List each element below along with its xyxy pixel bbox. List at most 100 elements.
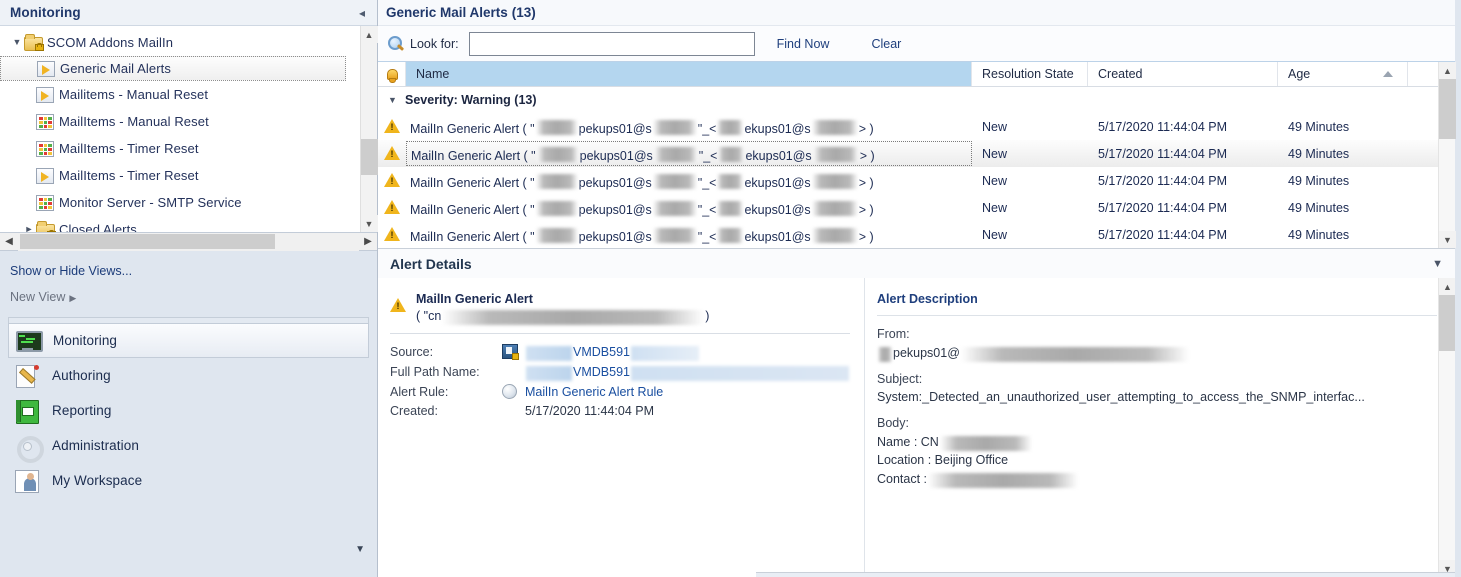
chevron-left-icon[interactable]: ◂: [355, 7, 369, 19]
redacted-text: [928, 473, 1079, 488]
tree-vertical-scrollbar[interactable]: ▲ ▼: [360, 26, 378, 232]
views-tree: ▼ SCOM Addons MailIn Generic Mail Alerts…: [0, 26, 360, 232]
scroll-left-icon[interactable]: ◀: [0, 233, 18, 251]
redacted-text: [526, 346, 572, 361]
alert-resolution-state: New: [982, 119, 1008, 134]
redacted-text: [536, 146, 579, 162]
scroll-up-icon[interactable]: ▲: [1439, 62, 1456, 79]
scroll-right-icon[interactable]: ▶: [359, 233, 377, 251]
group-header-severity-warning[interactable]: ▼ Severity: Warning (13): [378, 87, 1438, 113]
scroll-up-icon[interactable]: ▲: [1439, 278, 1455, 295]
alert-details-vertical-scrollbar[interactable]: ▲ ▼: [1438, 278, 1455, 577]
alert-name-mid2: "_<: [697, 175, 717, 190]
alert-resolution-state: New: [982, 227, 1008, 242]
scroll-track[interactable]: [360, 43, 378, 215]
column-header-spare[interactable]: [1408, 62, 1438, 86]
tree-item-mailitems-timer-reset-alert[interactable]: MailItems - Timer Reset: [0, 162, 360, 189]
twisty-expanded-icon[interactable]: ▼: [10, 38, 24, 47]
alert-created: 5/17/2020 11:44:04 PM: [1098, 173, 1228, 188]
table-row[interactable]: MailIn Generic Alert ( " pekups01@s "_< eku…: [378, 221, 1438, 248]
page-title: Monitoring: [10, 5, 81, 20]
show-or-hide-views-link[interactable]: Show or Hide Views...: [10, 261, 377, 287]
scroll-thumb[interactable]: [1439, 295, 1455, 351]
nav-item-label: Authoring: [52, 368, 111, 383]
tree-item-scom-addons-mailin[interactable]: ▼ SCOM Addons MailIn: [0, 29, 360, 56]
tree-item-mailitems-manual-reset-alert[interactable]: Mailitems - Manual Reset: [0, 81, 360, 108]
new-view-menu[interactable]: New View ▶: [10, 287, 377, 313]
body-contact-label: Contact :: [877, 471, 928, 486]
scroll-track[interactable]: [1439, 79, 1456, 231]
redacted-text: [811, 200, 858, 216]
alert-name: MailIn Generic Alert ( " pekups01@s "_< eku…: [410, 118, 874, 136]
scroll-down-icon[interactable]: ▼: [360, 215, 378, 232]
column-header-age-label: Age: [1288, 67, 1311, 81]
nav-item-reporting[interactable]: Reporting: [8, 393, 369, 428]
alerts-list-vertical-scrollbar[interactable]: ▲ ▼: [1438, 62, 1456, 248]
chevron-down-icon[interactable]: ▼: [355, 544, 365, 555]
find-now-button[interactable]: Find Now: [777, 37, 830, 51]
nav-item-label: Monitoring: [53, 333, 118, 348]
property-label-alert-rule: Alert Rule:: [390, 384, 449, 399]
alert-age: 49 Minutes: [1288, 227, 1350, 242]
redacted-text: [811, 119, 858, 135]
alert-details-header: Alert Details ▼: [378, 248, 1455, 278]
search-icon: [386, 35, 406, 53]
nav-item-my-workspace[interactable]: My Workspace: [8, 463, 369, 498]
column-header-name[interactable]: Name: [406, 62, 972, 86]
tree-item-mailitems-manual-reset-state[interactable]: MailItems - Manual Reset: [0, 108, 360, 135]
scroll-thumb[interactable]: [360, 139, 378, 175]
scroll-up-icon[interactable]: ▲: [360, 26, 378, 43]
nav-item-administration[interactable]: Administration: [8, 428, 369, 463]
twisty-expanded-icon[interactable]: ▼: [388, 95, 402, 105]
clear-button[interactable]: Clear: [871, 37, 901, 51]
description-from-value: pekups01@: [877, 345, 1455, 362]
redacted-text: [811, 227, 858, 243]
alerts-list-area: Name Resolution State Created Age ▼ Seve…: [378, 62, 1456, 248]
tree-item-label: MailItems - Manual Reset: [59, 114, 209, 129]
body-name-label: Name : CN: [877, 434, 939, 449]
tree-item-label: Generic Mail Alerts: [60, 61, 171, 76]
full-path-host: VMDB591: [573, 364, 630, 379]
nav-item-authoring[interactable]: Authoring: [8, 358, 369, 393]
window-bottom-strip: [756, 572, 1455, 577]
property-label-full-path-name: Full Path Name:: [390, 364, 480, 379]
table-row[interactable]: MailIn Generic Alert ( " pekups01@s "_< eku…: [378, 167, 1438, 194]
scroll-track[interactable]: [1439, 295, 1455, 560]
view-header: Generic Mail Alerts (13): [378, 0, 1455, 26]
tree-item-closed-alerts[interactable]: ► Closed Alerts: [0, 216, 360, 232]
scom-console-window: Monitoring ◂ ▼ SCOM Addons MailIn Generi…: [0, 0, 1461, 577]
table-row[interactable]: MailIn Generic Alert ( " pekups01@s "_< eku…: [378, 194, 1438, 221]
scroll-thumb-horizontal[interactable]: [20, 233, 275, 249]
description-subject-value: System:_Detected_an_unauthorized_user_at…: [877, 390, 1365, 404]
alert-name-mid1: pekups01@s: [578, 175, 652, 190]
search-input[interactable]: [468, 31, 755, 56]
redacted-text: [442, 310, 705, 325]
scroll-down-icon[interactable]: ▼: [1439, 231, 1456, 248]
column-header-created[interactable]: Created: [1088, 62, 1278, 86]
redacted-text: [535, 173, 578, 189]
redacted-text: [717, 227, 744, 243]
scroll-track-horizontal[interactable]: [18, 232, 359, 251]
tree-item-mailitems-timer-reset-state[interactable]: MailItems - Timer Reset: [0, 135, 360, 162]
table-row[interactable]: MailIn Generic Alert ( " pekups01@s "_< eku…: [378, 140, 1438, 167]
property-value-source[interactable]: VMDB591: [502, 344, 864, 361]
property-value-full-path-name[interactable]: VMDB591: [502, 364, 864, 381]
nav-item-label: Administration: [52, 438, 139, 453]
property-value-alert-rule[interactable]: MailIn Generic Alert Rule: [502, 384, 864, 399]
nav-item-monitoring[interactable]: Monitoring: [8, 323, 369, 358]
tree-horizontal-scrollbar[interactable]: ◀ ▶: [0, 232, 377, 251]
description-subject-label: Subject:: [877, 372, 923, 386]
alert-name-suffix: > ): [858, 175, 874, 190]
scroll-thumb[interactable]: [1439, 79, 1456, 139]
alert-detail-subtitle: ( "cn): [416, 308, 709, 325]
tree-item-generic-mail-alerts[interactable]: Generic Mail Alerts: [0, 56, 346, 81]
tree-item-monitor-server-smtp-service[interactable]: Monitor Server - SMTP Service: [0, 189, 360, 216]
column-header-severity[interactable]: [378, 62, 406, 86]
table-row[interactable]: MailIn Generic Alert ( " pekups01@s "_< eku…: [378, 113, 1438, 140]
description-body-label: Body:: [877, 416, 909, 430]
body-line-contact: Contact :: [877, 471, 1455, 488]
column-header-resolution-state[interactable]: Resolution State: [972, 62, 1088, 86]
column-header-age[interactable]: Age: [1278, 62, 1408, 86]
twisty-collapsed-icon[interactable]: ►: [22, 225, 36, 233]
chevron-down-icon[interactable]: ▼: [1432, 258, 1443, 270]
